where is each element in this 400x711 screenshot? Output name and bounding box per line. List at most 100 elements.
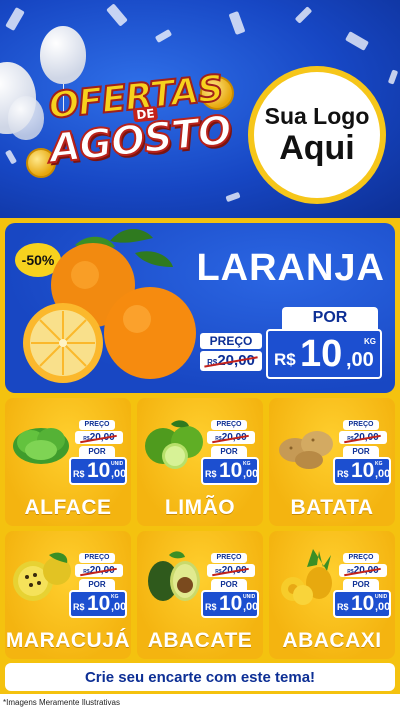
old-price-value: 20,00 xyxy=(353,432,379,443)
new-price-unit: KG xyxy=(243,461,251,467)
new-price-cents: ,00 xyxy=(111,601,127,613)
new-price-unit: KG xyxy=(364,337,376,346)
new-price: R$ 10 KG ,00 xyxy=(266,329,382,379)
price-tag: PREÇO R$20,00 POR R$ 10 UNID ,00 xyxy=(331,553,391,623)
por-label: POR xyxy=(211,579,247,590)
price-tag: PREÇO R$20,00 POR R$ 10 KG ,00 xyxy=(331,420,391,490)
por-label: POR xyxy=(282,307,378,329)
new-price: R$ 10 KG ,00 xyxy=(201,457,259,485)
product-card: PREÇO R$20,00 POR R$ 10 UNID ,00 ABACAXI xyxy=(269,531,395,659)
new-price-unit: UNID xyxy=(375,594,388,600)
old-price: R$20,00 xyxy=(339,431,387,444)
logo-text-line1: Sua Logo xyxy=(264,103,370,129)
preco-label: PREÇO xyxy=(79,420,115,430)
product-card: PREÇO R$20,00 POR R$ 10 UNID ,00 ALFACE xyxy=(5,398,131,526)
price-tag: PREÇO R$20,00 POR R$ 10 KG ,00 xyxy=(199,420,259,490)
product-card: PREÇO R$20,00 POR R$ 10 KG ,00 BATATA xyxy=(269,398,395,526)
new-price-cents: ,00 xyxy=(111,468,127,480)
new-price-integer: 10 xyxy=(300,333,343,375)
preco-label: PREÇO xyxy=(200,333,262,349)
confetti xyxy=(294,6,313,24)
new-price-cents: ,00 xyxy=(375,601,391,613)
new-price-cents: ,00 xyxy=(243,601,259,613)
old-price: R$20,00 xyxy=(75,564,123,577)
price-tag: PREÇO R$20,00 POR R$ 10 UNID ,00 xyxy=(199,553,259,623)
new-price-unit: KG xyxy=(375,461,383,467)
product-name: ABACATE xyxy=(147,629,253,652)
old-price: R$20,00 xyxy=(207,431,255,444)
old-price-currency: R$ xyxy=(207,358,218,367)
logo-placeholder: Sua Logo Aqui xyxy=(248,66,386,204)
new-price: R$ 10 UNID ,00 xyxy=(201,590,259,618)
promo-title-de: DE xyxy=(132,105,159,123)
new-price-currency: R$ xyxy=(205,469,217,479)
new-price-unit: UNID xyxy=(111,461,124,467)
new-price: R$ 10 UNID ,00 xyxy=(69,457,127,485)
old-price-value: 20,00 xyxy=(221,565,247,576)
por-label: POR xyxy=(79,579,115,590)
confetti xyxy=(154,28,173,44)
new-price-currency: R$ xyxy=(337,469,349,479)
new-price-currency: R$ xyxy=(337,602,349,612)
confetti xyxy=(5,6,25,32)
new-price-cents: ,00 xyxy=(243,468,259,480)
old-price-value: 20,00 xyxy=(353,565,379,576)
por-label: POR xyxy=(343,579,379,590)
confetti xyxy=(387,69,399,85)
product-name: LIMÃO xyxy=(164,496,236,519)
new-price: R$ 10 KG ,00 xyxy=(333,457,391,485)
featured-product-name: LARANJA xyxy=(196,247,385,289)
potato-icon xyxy=(279,431,333,469)
preco-label: PREÇO xyxy=(211,420,247,430)
logo-text-line2: Aqui xyxy=(279,129,355,167)
confetti xyxy=(225,191,241,203)
new-price: R$ 10 KG ,00 xyxy=(69,590,127,618)
old-price: R$20,00 xyxy=(339,564,387,577)
por-label: POR xyxy=(343,446,379,457)
product-card: PREÇO R$20,00 POR R$ 10 KG ,00 MARACUJÁ xyxy=(5,531,131,659)
new-price-currency: R$ xyxy=(73,469,85,479)
new-price-currency: R$ xyxy=(73,602,85,612)
cta-banner: Crie seu encarte com este tema! xyxy=(5,663,395,691)
avocado-icon xyxy=(148,551,200,601)
new-price-integer: 10 xyxy=(219,459,243,482)
featured-price-tag: PREÇO R$20,00 POR R$ 10 KG ,00 xyxy=(200,307,385,387)
confetti xyxy=(344,31,370,51)
lettuce-icon xyxy=(13,428,69,464)
orange-icon xyxy=(23,228,196,383)
header-banner: OFERTAS DE AGOSTO Sua Logo Aqui xyxy=(0,0,400,218)
old-price: R$20,00 xyxy=(207,564,255,577)
pineapple-icon xyxy=(281,549,332,605)
new-price-cents: ,00 xyxy=(346,349,374,371)
new-price-currency: R$ xyxy=(205,602,217,612)
new-price-integer: 10 xyxy=(87,592,111,615)
old-price: R$20,00 xyxy=(75,431,123,444)
preco-label: PREÇO xyxy=(79,553,115,563)
lime-icon xyxy=(145,420,203,469)
preco-label: PREÇO xyxy=(211,553,247,563)
confetti xyxy=(4,149,18,165)
featured-product-card: -50% LARANJA PREÇO R$20,00 POR R$ 10 KG … xyxy=(5,223,395,393)
product-name: ALFACE xyxy=(24,496,112,519)
new-price: R$ 10 UNID ,00 xyxy=(333,590,391,618)
old-price: R$20,00 xyxy=(200,351,262,371)
old-price-value: 20,00 xyxy=(217,352,255,369)
disclaimer-text: *Imagens Meramente Ilustrativas xyxy=(0,694,400,711)
product-name: ABACAXI xyxy=(282,629,382,652)
por-label: POR xyxy=(211,446,247,457)
product-card: PREÇO R$20,00 POR R$ 10 KG ,00 LIMÃO xyxy=(137,398,263,526)
promo-title: OFERTAS DE AGOSTO xyxy=(34,67,242,173)
price-tag: PREÇO R$20,00 POR R$ 10 UNID ,00 xyxy=(67,420,127,490)
product-name: BATATA xyxy=(290,496,374,519)
new-price-unit: UNID xyxy=(243,594,256,600)
balloon-icon xyxy=(40,26,86,84)
confetti xyxy=(106,3,128,27)
confetti xyxy=(228,10,246,36)
new-price-integer: 10 xyxy=(351,592,375,615)
preco-label: PREÇO xyxy=(343,553,379,563)
new-price-integer: 10 xyxy=(87,459,111,482)
old-price-value: 20,00 xyxy=(221,432,247,443)
product-card: PREÇO R$20,00 POR R$ 10 UNID ,00 ABACATE xyxy=(137,531,263,659)
new-price-unit: KG xyxy=(111,594,119,600)
new-price-currency: R$ xyxy=(274,350,296,369)
